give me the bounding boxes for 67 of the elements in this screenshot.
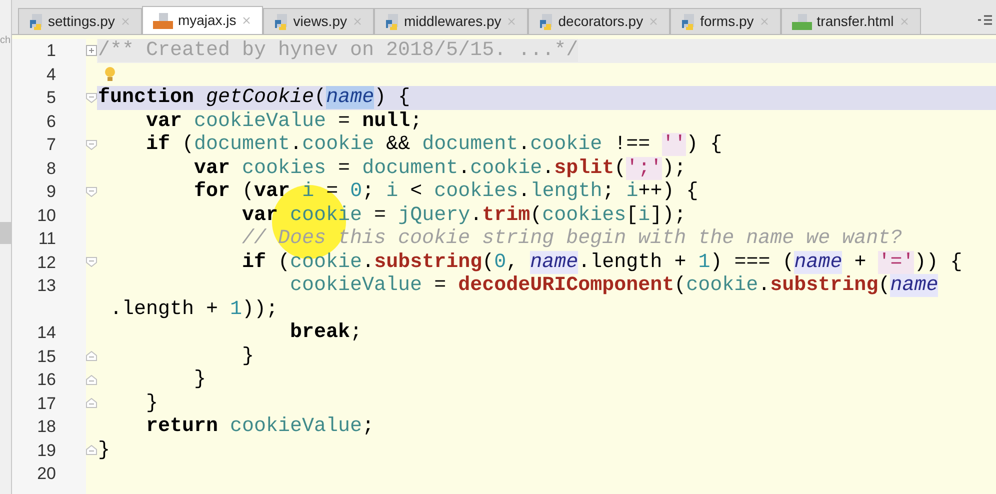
line-number: 16 (37, 369, 56, 391)
panel-label: ch (0, 34, 11, 48)
close-icon[interactable] (758, 16, 770, 27)
file-tab[interactable]: myajax.js (142, 6, 264, 34)
fold-end-icon[interactable] (86, 351, 97, 362)
lightbulb-icon[interactable] (104, 66, 116, 82)
fold-icon[interactable] (86, 186, 97, 197)
code-line: } (193, 368, 206, 392)
code-line: if (document.cookie && document.cookie !== '') { (145, 133, 722, 156)
code-line: // Does this cookie string begin with the name we want? (241, 227, 902, 250)
code-line: break; (289, 321, 362, 344)
line-number: 14 (37, 322, 56, 344)
code-line: cookieValue = decodeURIComponent(cookie.substring(name (289, 274, 938, 298)
js-file-icon (152, 12, 173, 28)
code-line: return cookieValue; (145, 415, 374, 438)
line-number: 7 (46, 134, 56, 156)
close-icon[interactable] (120, 16, 131, 27)
file-tab[interactable]: settings.py (18, 8, 142, 34)
fold-icon[interactable] (86, 140, 97, 150)
fold-end-icon[interactable] (86, 445, 97, 456)
line-number: 11 (38, 228, 56, 250)
fold-icon[interactable] (86, 92, 97, 103)
line-number: 12 (37, 252, 56, 274)
line-number: 10 (37, 204, 56, 226)
file-tab[interactable]: decorators.py (528, 8, 670, 34)
fold-icon[interactable] (86, 257, 97, 268)
file-tab[interactable]: transfer.html (780, 8, 921, 34)
fold-end-icon[interactable] (86, 374, 97, 385)
file-tab[interactable]: middlewares.py (374, 8, 528, 34)
close-icon[interactable] (648, 16, 660, 27)
code-line: var cookies = document.cookie.split(';'); (193, 156, 686, 180)
code-line: } (145, 392, 158, 415)
line-number: 18 (37, 416, 56, 438)
close-icon[interactable] (241, 15, 252, 26)
line-number: 13 (37, 275, 56, 297)
line-number: 20 (37, 463, 56, 485)
line-number: 8 (46, 158, 56, 180)
file-tab[interactable]: forms.py (670, 8, 781, 34)
python-file-icon (384, 14, 399, 30)
code-line: if (cookie.substring(0, name.length + 1) === (name + '=')) { (241, 250, 962, 274)
file-tab[interactable]: views.py (263, 8, 374, 34)
html-file-icon (792, 14, 812, 30)
line-number: 1 (46, 40, 56, 62)
line-number: 17 (37, 392, 56, 414)
close-icon[interactable] (898, 16, 910, 27)
line-number: 6 (46, 110, 56, 132)
python-file-icon (681, 14, 696, 30)
python-file-icon (539, 14, 554, 30)
code-line: .length + 1)); (109, 298, 278, 321)
code-line: var cookieValue = null; (145, 110, 422, 133)
fold-end-icon[interactable] (86, 398, 97, 408)
python-file-icon (274, 14, 288, 30)
python-file-icon (29, 14, 43, 30)
line-number: 5 (46, 87, 56, 109)
panel-scroll-thumb[interactable] (0, 222, 11, 244)
code-line: } (98, 438, 110, 462)
line-number: 19 (37, 440, 56, 462)
code-line: } (241, 344, 254, 368)
expand-fold-icon[interactable] (86, 45, 97, 56)
code-line: for (var i = 0; i < cookies.length; i++) { (193, 180, 698, 204)
close-icon[interactable] (352, 16, 363, 27)
close-icon[interactable] (506, 16, 518, 27)
tab-menu-icon[interactable] (978, 14, 992, 26)
line-number: 15 (37, 346, 56, 368)
code-line: function getCookie(name) { (98, 86, 410, 110)
line-number: 4 (46, 64, 56, 86)
line-number: 9 (46, 181, 56, 203)
